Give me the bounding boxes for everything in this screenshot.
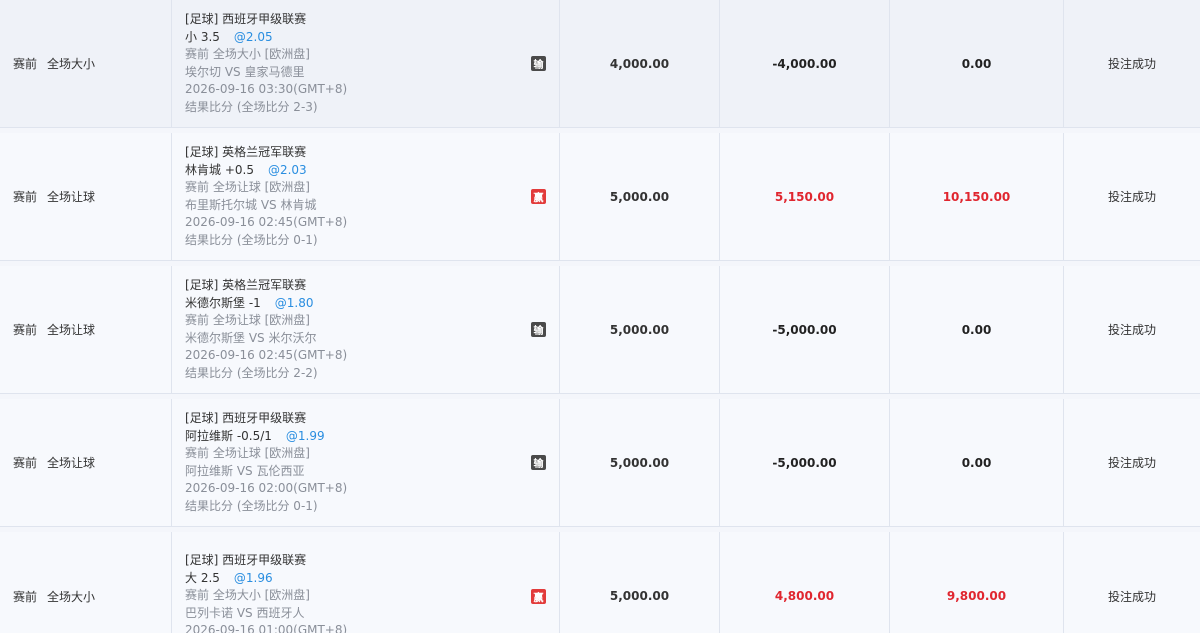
bet-detail-cell: [足球] 英格兰冠军联赛 米德尔斯堡 -1 @1.80 赛前 全场让球 [欧洲盘]… — [172, 266, 560, 393]
stake-cell: 5,000.00 — [560, 266, 720, 393]
stake-cell: 5,000.00 — [560, 399, 720, 526]
status-cell: 投注成功 — [1107, 190, 1156, 204]
bet-type-label: 全场让球 — [47, 190, 96, 204]
payout-cell: 10,150.00 — [890, 133, 1064, 260]
market-label: 赛前 全场大小 [欧洲盘] — [185, 47, 310, 61]
match-label: 埃尔切 VS 皇家马德里 — [185, 64, 305, 79]
outcome-badge: 输 — [531, 455, 546, 470]
table-row: 赛前 全场大小 [足球] 西班牙甲级联赛 小 3.5 @2.05 赛前 全场大小 … — [0, 0, 1200, 128]
market-label: 赛前 全场让球 [欧洲盘] — [185, 446, 310, 460]
win-loss-cell: 4,800.00 — [720, 532, 890, 633]
payout-cell: 0.00 — [890, 399, 1064, 526]
league-name: [足球] 西班牙甲级联赛 — [185, 12, 307, 26]
status-cell: 投注成功 — [1107, 323, 1156, 337]
result-score: 结果比分 (全场比分 2-3) — [185, 99, 318, 114]
league-name: [足球] 西班牙甲级联赛 — [185, 553, 307, 568]
table-row: 赛前 全场让球 [足球] 西班牙甲级联赛 阿拉维斯 -0.5/1 @1.99 赛前… — [0, 399, 1200, 527]
bet-time-label: 赛前 — [13, 456, 38, 470]
odds-value: @2.03 — [267, 162, 307, 177]
kickoff-time: 2026-09-16 02:00(GMT+8) — [185, 481, 348, 495]
bet-type-label: 全场大小 — [47, 589, 96, 604]
match-label: 布里斯托尔城 VS 林肯城 — [185, 197, 317, 212]
kickoff-time: 2026-09-16 01:00(GMT+8) — [185, 623, 348, 633]
status-cell: 投注成功 — [1107, 57, 1156, 71]
table-row: 赛前 全场让球 [足球] 英格兰冠军联赛 林肯城 +0.5 @2.03 赛前 全场… — [0, 133, 1200, 261]
stake-cell: 5,000.00 — [560, 133, 720, 260]
win-loss-cell: -5,000.00 — [720, 399, 890, 526]
bet-type-label: 全场大小 — [47, 57, 96, 71]
result-score: 结果比分 (全场比分 2-2) — [185, 365, 318, 380]
result-score: 结果比分 (全场比分 0-1) — [185, 232, 318, 247]
result-score: 结果比分 (全场比分 0-1) — [185, 498, 318, 513]
bet-type-label: 全场让球 — [47, 323, 96, 337]
kickoff-time: 2026-09-16 03:30(GMT+8) — [185, 82, 348, 96]
bet-detail-cell: [足球] 西班牙甲级联赛 小 3.5 @2.05 赛前 全场大小 [欧洲盘] 埃尔… — [172, 0, 560, 127]
bet-detail-cell: [足球] 西班牙甲级联赛 大 2.5 @1.96 赛前 全场大小 [欧洲盘] 巴列… — [172, 532, 560, 633]
kickoff-time: 2026-09-16 02:45(GMT+8) — [185, 215, 348, 229]
bet-time-label: 赛前 — [13, 323, 38, 337]
bet-type-cell: 赛前 全场让球 — [0, 399, 172, 526]
bet-time-label: 赛前 — [13, 57, 38, 71]
bet-detail-cell: [足球] 西班牙甲级联赛 阿拉维斯 -0.5/1 @1.99 赛前 全场让球 [欧… — [172, 399, 560, 526]
win-loss-cell: 5,150.00 — [720, 133, 890, 260]
pick-label: 小 3.5 — [185, 29, 220, 44]
pick-label: 米德尔斯堡 -1 — [185, 295, 261, 310]
bet-type-label: 全场让球 — [47, 456, 96, 470]
payout-cell: 9,800.00 — [890, 532, 1064, 633]
bet-time-label: 赛前 — [13, 190, 38, 204]
bet-time-label: 赛前 — [13, 589, 38, 604]
table-row: 赛前 全场大小 [足球] 西班牙甲级联赛 大 2.5 @1.96 赛前 全场大小 … — [0, 532, 1200, 633]
match-label: 巴列卡诺 VS 西班牙人 — [185, 605, 305, 620]
payout-cell: 0.00 — [890, 266, 1064, 393]
pick-label: 大 2.5 — [185, 570, 220, 585]
payout-cell: 0.00 — [890, 0, 1064, 127]
match-label: 阿拉维斯 VS 瓦伦西亚 — [185, 463, 305, 478]
market-label: 赛前 全场让球 [欧洲盘] — [185, 180, 310, 194]
bet-detail-cell: [足球] 英格兰冠军联赛 林肯城 +0.5 @2.03 赛前 全场让球 [欧洲盘]… — [172, 133, 560, 260]
table-row: 赛前 全场让球 [足球] 英格兰冠军联赛 米德尔斯堡 -1 @1.80 赛前 全场… — [0, 266, 1200, 394]
win-loss-cell: -5,000.00 — [720, 266, 890, 393]
market-label: 赛前 全场大小 [欧洲盘] — [185, 588, 310, 603]
odds-value: @1.80 — [274, 295, 314, 310]
market-label: 赛前 全场让球 [欧洲盘] — [185, 313, 310, 327]
bet-type-cell: 赛前 全场让球 — [0, 266, 172, 393]
bet-type-cell: 赛前 全场让球 — [0, 133, 172, 260]
league-name: [足球] 英格兰冠军联赛 — [185, 145, 307, 159]
outcome-badge: 输 — [531, 322, 546, 337]
status-cell: 投注成功 — [1107, 456, 1156, 470]
kickoff-time: 2026-09-16 02:45(GMT+8) — [185, 348, 348, 362]
odds-value: @1.99 — [285, 428, 325, 443]
outcome-badge: 赢 — [531, 588, 546, 604]
pick-label: 林肯城 +0.5 — [185, 162, 254, 177]
outcome-badge: 输 — [531, 56, 546, 71]
stake-cell: 4,000.00 — [560, 0, 720, 127]
bet-type-cell: 赛前 全场大小 — [0, 0, 172, 127]
bet-type-cell: 赛前 全场大小 — [0, 532, 172, 633]
odds-value: @2.05 — [233, 29, 273, 44]
win-loss-cell: -4,000.00 — [720, 0, 890, 127]
stake-cell: 5,000.00 — [560, 532, 720, 633]
pick-label: 阿拉维斯 -0.5/1 — [185, 428, 272, 443]
league-name: [足球] 西班牙甲级联赛 — [185, 411, 307, 425]
odds-value: @1.96 — [233, 570, 273, 585]
match-label: 米德尔斯堡 VS 米尔沃尔 — [185, 330, 317, 345]
bet-records-table: 赛前 全场大小 [足球] 西班牙甲级联赛 小 3.5 @2.05 赛前 全场大小 … — [0, 0, 1200, 633]
status-cell: 投注成功 — [1107, 589, 1156, 604]
outcome-badge: 赢 — [531, 189, 546, 204]
league-name: [足球] 英格兰冠军联赛 — [185, 278, 307, 292]
